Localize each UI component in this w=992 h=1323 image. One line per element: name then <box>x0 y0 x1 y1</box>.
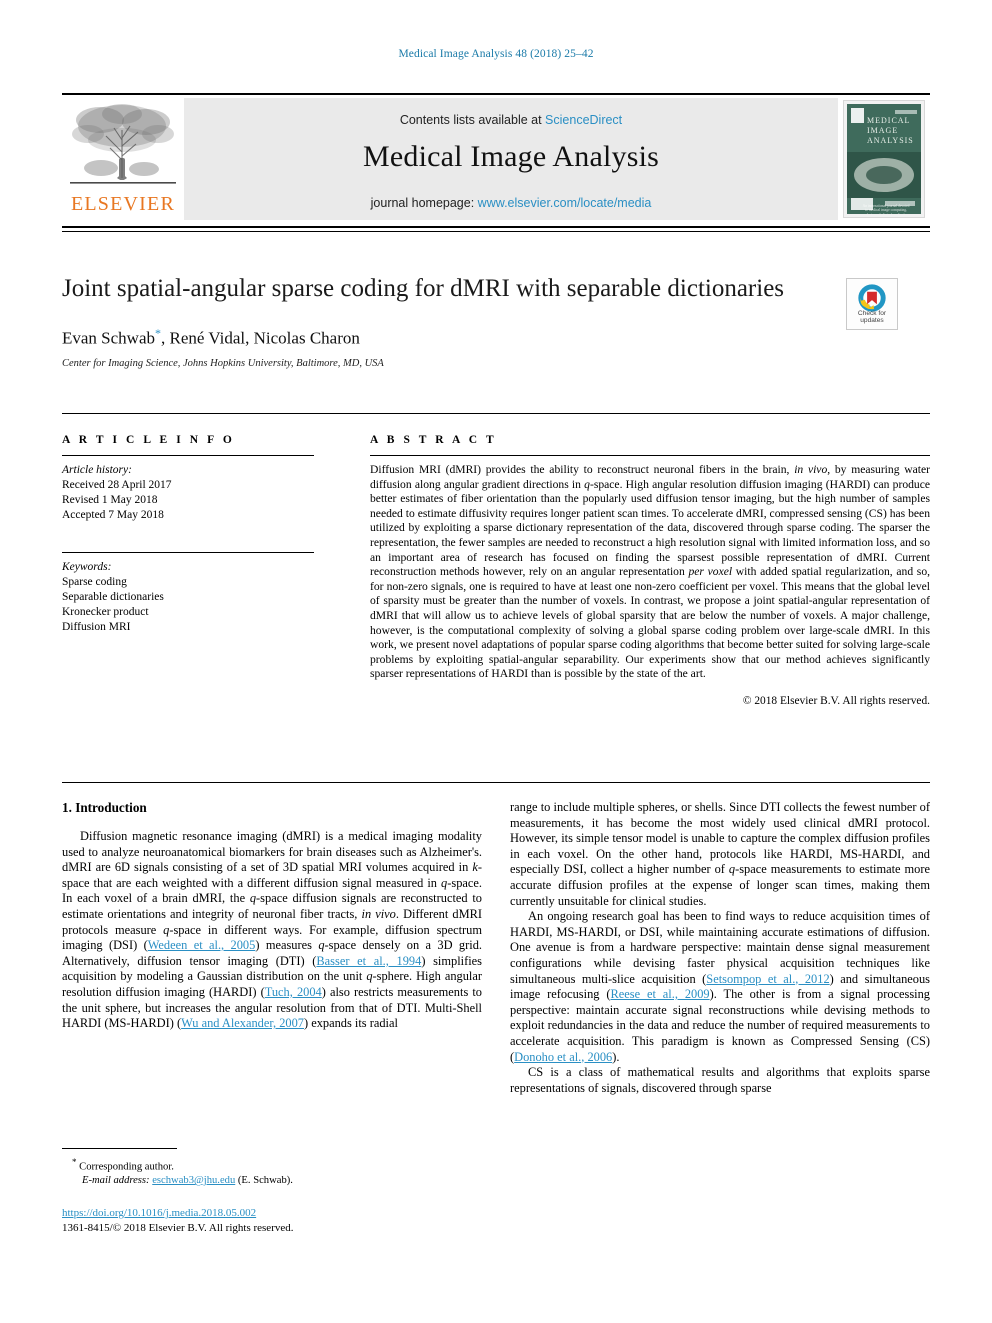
abstract-text: Diffusion MRI (dMRI) provides the abilit… <box>370 463 930 682</box>
masthead-center: Contents lists available at ScienceDirec… <box>184 98 838 220</box>
crossmark-label-line1: Check for <box>857 309 887 317</box>
keyword-item: Separable dictionaries <box>62 591 164 603</box>
abstract-bottom-rule <box>62 782 930 783</box>
p1-seg-g: ) measures <box>255 938 319 953</box>
cover-brain-scan-image <box>847 152 921 198</box>
article-accepted-date: Accepted 7 May 2018 <box>62 509 164 521</box>
p3-seg-d: ). <box>612 1049 620 1064</box>
author-list: Evan Schwab*, René Vidal, Nicolas Charon <box>62 326 822 349</box>
article-info-rule <box>62 455 314 456</box>
journal-article-page: Medical Image Analysis 48 (2018) 25–42 E… <box>0 0 992 1323</box>
citation-wedeen[interactable]: Wedeen et al., 2005 <box>148 938 256 952</box>
journal-homepage-line: journal homepage: www.elsevier.com/locat… <box>184 196 838 210</box>
p1-seg-a: Diffusion magnetic resonance imaging (dM… <box>62 829 482 875</box>
footnote-block: * Corresponding author. E-mail address: … <box>62 1148 482 1188</box>
email-link[interactable]: eschwab3@jhu.edu <box>152 1175 235 1186</box>
doi-link[interactable]: https://doi.org/10.1016/j.media.2018.05.… <box>62 1207 256 1219</box>
article-revised-date: Revised 1 May 2018 <box>62 494 158 506</box>
abstract-seg-3: -space. High angular resolution diffusio… <box>370 477 930 579</box>
cover-issue-line <box>895 110 917 114</box>
elsevier-wordmark: ELSEVIER <box>70 193 176 215</box>
email-label: E-mail address: <box>82 1175 150 1187</box>
cover-publisher-mark <box>885 201 915 206</box>
cover-society-logo <box>851 198 873 210</box>
citation-basser[interactable]: Basser et al., 1994 <box>316 954 421 968</box>
citation-wu-alexander[interactable]: Wu and Alexander, 2007 <box>181 1016 304 1030</box>
copyright-line: © 2018 Elsevier B.V. All rights reserved… <box>742 694 930 707</box>
author-rest: , René Vidal, Nicolas Charon <box>161 328 360 348</box>
keyword-item: Diffusion MRI <box>62 621 131 633</box>
cover-title: MEDICAL IMAGE ANALYSIS <box>867 116 914 146</box>
masthead-bottom-thin-rule <box>62 231 930 232</box>
keywords-label: Keywords: <box>62 561 112 573</box>
doi-block: https://doi.org/10.1016/j.media.2018.05.… <box>62 1203 482 1235</box>
body-column-right: range to include multiple spheres, or sh… <box>510 800 930 1096</box>
journal-homepage-link[interactable]: www.elsevier.com/locate/media <box>478 196 652 210</box>
abstract-block: A B S T R A C T Diffusion MRI (dMRI) pro… <box>370 434 930 707</box>
article-received-date: Received 28 April 2017 <box>62 479 172 491</box>
p1-in-vivo: in vivo <box>361 906 396 921</box>
corresponding-author-text: Corresponding author. <box>79 1161 174 1173</box>
info-top-rule <box>62 413 930 414</box>
cover-title-line1: MEDICAL <box>867 116 911 125</box>
section-heading-introduction: 1. Introduction <box>62 800 147 815</box>
masthead-bottom-rule <box>62 226 930 228</box>
contents-prefix: Contents lists available at <box>399 113 546 127</box>
contents-available-line: Contents lists available at ScienceDirec… <box>184 113 838 127</box>
abstract-per-voxel: per voxel <box>688 565 733 579</box>
abstract-seg-1: Diffusion MRI (dMRI) provides the abilit… <box>370 463 795 476</box>
article-info-block: A R T I C L E I N F O Article history: R… <box>62 434 314 635</box>
citation-reese[interactable]: Reese et al., 2009 <box>610 987 709 1001</box>
keywords-rule <box>62 552 314 553</box>
p1-seg-l: ) expands its radial <box>303 1016 398 1031</box>
intro-paragraph-1-cont: range to include multiple spheres, or sh… <box>510 800 930 909</box>
intro-paragraph-1: Diffusion magnetic resonance imaging (dM… <box>62 829 482 1032</box>
abstract-seg-4: with added spatial regularization, and s… <box>370 565 931 681</box>
email-note: E-mail address: eschwab3@jhu.edu (E. Sch… <box>62 1174 482 1188</box>
citation-tuch[interactable]: Tuch, 2004 <box>265 985 322 999</box>
abstract-rule <box>370 455 930 456</box>
article-info-heading: A R T I C L E I N F O <box>62 434 235 446</box>
body-column-left: 1. Introduction Diffusion magnetic reson… <box>62 800 482 1032</box>
article-history-label: Article history: <box>62 464 132 476</box>
email-suffix: (E. Schwab). <box>237 1175 293 1187</box>
journal-title: Medical Image Analysis <box>363 140 659 173</box>
journal-masthead: ELSEVIER Contents lists available at Sci… <box>62 93 930 221</box>
intro-paragraph-3: CS is a class of mathematical results an… <box>510 1065 930 1095</box>
crossmark-icon <box>858 284 886 312</box>
abstract-heading: A B S T R A C T <box>370 434 497 446</box>
crossmark-label-line2: updates <box>860 317 884 325</box>
keyword-item: Kronecker product <box>62 606 149 618</box>
cover-title-line3: ANALYSIS <box>867 136 914 145</box>
title-block: Joint spatial-angular sparse coding for … <box>62 273 822 369</box>
elsevier-tree-icon <box>70 104 176 184</box>
sciencedirect-link[interactable]: ScienceDirect <box>545 113 622 127</box>
crossmark-label: Check for updates <box>847 310 897 325</box>
affiliation: Center for Imaging Science, Johns Hopkin… <box>62 357 384 369</box>
issn-copyright-line: 1361-8415/© 2018 Elsevier B.V. All right… <box>62 1222 294 1234</box>
citation-setsompop[interactable]: Setsompop et al., 2012 <box>706 972 829 986</box>
footnote-rule <box>62 1148 177 1149</box>
cover-publisher-badge <box>851 108 864 123</box>
keyword-item: Sparse coding <box>62 576 127 588</box>
running-head: Medical Image Analysis 48 (2018) 25–42 <box>398 48 594 60</box>
intro-paragraph-2: An ongoing research goal has been to fin… <box>510 909 930 1065</box>
citation-donoho[interactable]: Donoho et al., 2006 <box>514 1050 612 1064</box>
page-title: Joint spatial-angular sparse coding for … <box>62 275 785 302</box>
author-first: Evan Schwab <box>62 328 156 348</box>
footnote-star: * <box>72 1157 77 1167</box>
cover-title-line2: IMAGE <box>867 126 899 135</box>
abstract-in-vivo: in vivo <box>794 463 828 476</box>
journal-cover-thumbnail: MEDICAL IMAGE ANALYSIS An international … <box>838 98 930 220</box>
corresponding-author-note: * Corresponding author. <box>62 1156 482 1174</box>
homepage-prefix: journal homepage: <box>370 196 478 210</box>
elsevier-logo: ELSEVIER <box>62 98 184 220</box>
crossmark-badge[interactable]: Check for updates <box>846 278 898 330</box>
